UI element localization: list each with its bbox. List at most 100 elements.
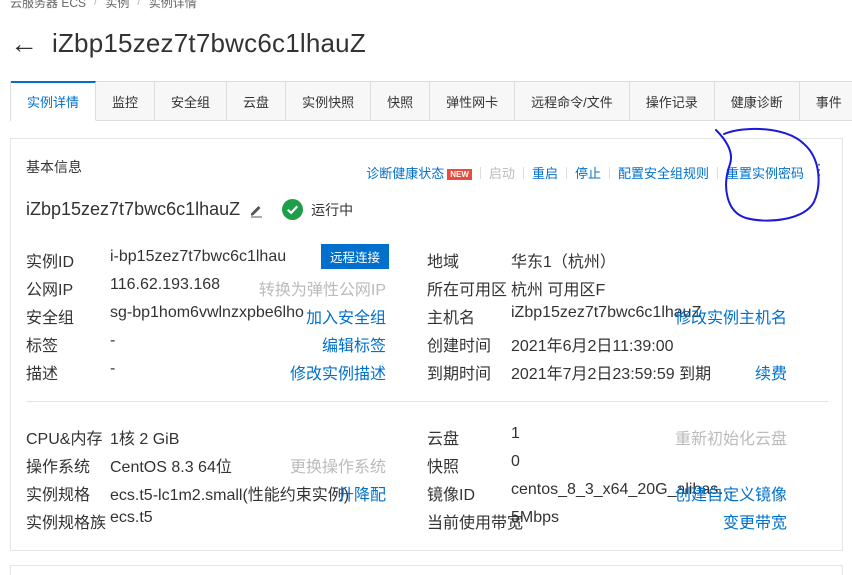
bandwidth-value: 5Mbps xyxy=(511,509,560,526)
spec-family-row: 实例规格族 ecs.t5 xyxy=(26,509,386,532)
change-bandwidth-link[interactable]: 变更带宽 xyxy=(723,509,787,533)
spec-family-value: ecs.t5 xyxy=(110,509,153,526)
new-badge: NEW xyxy=(447,169,472,181)
public-ip-row: 公网IP 116.62.193.168 转换为弹性公网IP xyxy=(26,276,386,299)
zone-value: 杭州 可用区F xyxy=(511,282,606,299)
section-divider xyxy=(26,401,828,402)
tab-bar: 实例详情 监控 安全组 云盘 实例快照 快照 弹性网卡 远程命令/文件 操作记录… xyxy=(10,81,852,121)
change-os-link[interactable]: 更换操作系统 xyxy=(290,453,386,477)
action-divider xyxy=(479,166,481,179)
tab-instance-details[interactable]: 实例详情 xyxy=(11,81,97,121)
os-row: 操作系统 CentOS 8.3 64位 更换操作系统 xyxy=(26,453,386,476)
os-label: 操作系统 xyxy=(26,459,91,476)
snapshot-value: 0 xyxy=(511,453,520,470)
action-divider xyxy=(522,166,524,179)
created-time-value: 2021年6月2日11:39:00 xyxy=(511,338,674,355)
tab-operation-logs[interactable]: 操作记录 xyxy=(629,81,715,121)
diagnose-health-label: 诊断健康状态 xyxy=(366,166,445,181)
remote-connect-button[interactable]: 远程连接 xyxy=(321,244,390,269)
action-divider xyxy=(565,166,567,179)
tab-monitoring[interactable]: 监控 xyxy=(96,81,156,121)
instance-spec-value: ecs.t5-lc1m2.small(性能约束实例) xyxy=(110,487,350,504)
region-value: 华东1（杭州） xyxy=(511,254,616,271)
convert-eip-link[interactable]: 转换为弹性公网IP xyxy=(259,276,386,300)
security-group-label: 安全组 xyxy=(26,310,75,327)
tab-snapshots[interactable]: 快照 xyxy=(371,81,431,121)
stop-button[interactable]: 停止 xyxy=(575,163,601,182)
expire-time-label: 到期时间 xyxy=(427,366,492,383)
zone-row: 所在可用区 杭州 可用区F xyxy=(427,276,787,299)
cpu-memory-value: 1核 2 GiB xyxy=(110,431,180,448)
diagnose-health-link[interactable]: 诊断健康状态 NEW xyxy=(366,163,472,182)
tab-health-diagnosis[interactable]: 健康诊断 xyxy=(714,81,800,121)
start-button[interactable]: 启动 xyxy=(489,163,515,182)
reset-password-button[interactable]: 重置实例密码 xyxy=(726,163,804,182)
created-time-row: 创建时间 2021年6月2日11:39:00 xyxy=(427,332,787,355)
status-text: 运行中 xyxy=(311,201,354,218)
breadcrumb-instances[interactable]: 实例 xyxy=(105,0,129,11)
tab-instance-snapshots[interactable]: 实例快照 xyxy=(286,81,372,121)
snapshot-row: 快照 0 xyxy=(427,453,787,476)
action-divider xyxy=(716,166,718,179)
hostname-value: iZbp15zez7t7bwc6c1lhauZ xyxy=(511,304,702,321)
spec-family-label: 实例规格族 xyxy=(26,515,107,532)
expire-time-value: 2021年7月2日23:59:59 到期 xyxy=(511,366,712,383)
created-time-label: 创建时间 xyxy=(427,338,492,355)
create-custom-image-link[interactable]: 创建自定义镜像 xyxy=(675,481,787,505)
instance-name: iZbp15zez7t7bwc6c1lhauZ xyxy=(26,199,241,219)
security-group-value: sg-bp1hom6vwlnzxpbe6lho xyxy=(110,304,304,321)
tab-security-groups[interactable]: 安全组 xyxy=(155,81,228,121)
snapshot-label: 快照 xyxy=(427,459,460,476)
upgrade-downgrade-link[interactable]: 升降配 xyxy=(338,481,386,505)
description-value: - xyxy=(110,360,116,377)
join-security-group-link[interactable]: 加入安全组 xyxy=(306,304,386,328)
zone-label: 所在可用区 xyxy=(427,282,508,299)
tab-eni[interactable]: 弹性网卡 xyxy=(430,81,516,121)
next-panel-edge xyxy=(10,565,843,575)
breadcrumb-separator: / xyxy=(137,0,141,8)
edit-description-link[interactable]: 修改实例描述 xyxy=(290,360,386,384)
disk-row: 云盘 1 重新初始化云盘 xyxy=(427,425,787,448)
os-value: CentOS 8.3 64位 xyxy=(110,459,232,476)
bandwidth-label: 当前使用带宽 xyxy=(427,515,524,532)
hostname-row: 主机名 iZbp15zez7t7bwc6c1lhauZ 修改实例主机名 xyxy=(427,304,787,327)
instance-id-label: 实例ID xyxy=(26,254,75,271)
reinit-disk-link[interactable]: 重新初始化云盘 xyxy=(675,425,787,449)
hostname-label: 主机名 xyxy=(427,310,476,327)
instance-id-value: i-bp15zez7t7bwc6c1lhau xyxy=(110,248,287,265)
more-vertical-icon[interactable]: ⋯ xyxy=(810,162,827,178)
edit-tags-link[interactable]: 编辑标签 xyxy=(322,332,386,356)
breadcrumb-instance-detail: 实例详情 xyxy=(148,0,197,10)
description-label: 描述 xyxy=(26,366,59,383)
disk-value: 1 xyxy=(511,425,520,442)
pencil-icon[interactable] xyxy=(248,202,264,218)
image-id-label: 镜像ID xyxy=(427,487,476,504)
arrow-left-icon[interactable]: ← xyxy=(10,29,38,58)
section-title: 基本信息 xyxy=(26,159,82,175)
region-row: 地域 华东1（杭州） xyxy=(427,248,787,271)
public-ip-value: 116.62.193.168 xyxy=(110,276,221,293)
tags-label: 标签 xyxy=(26,338,59,355)
bandwidth-row: 当前使用带宽 5Mbps 变更带宽 xyxy=(427,509,787,532)
breadcrumb: 云服务器 ECS / 实例 / 实例详情 xyxy=(10,0,197,11)
tab-remote-commands[interactable]: 远程命令/文件 xyxy=(515,81,630,121)
security-group-row: 安全组 sg-bp1hom6vwlnzxpbe6lho 加入安全组 xyxy=(26,304,386,327)
tab-events[interactable]: 事件 xyxy=(799,81,852,121)
instance-header: iZbp15zez7t7bwc6c1lhauZ 运行中 xyxy=(26,199,353,220)
action-bar: 诊断健康状态 NEW 启动 重启 停止 配置安全组规则 重置实例密码 xyxy=(366,163,804,182)
status-indicator: 运行中 xyxy=(282,199,353,220)
page-title: iZbp15zez7t7bwc6c1lhauZ xyxy=(52,28,366,58)
config-security-group-button[interactable]: 配置安全组规则 xyxy=(618,163,709,182)
instance-spec-row: 实例规格 ecs.t5-lc1m2.small(性能约束实例) 升降配 xyxy=(26,481,386,504)
edit-hostname-link[interactable]: 修改实例主机名 xyxy=(675,304,787,328)
tab-disks[interactable]: 云盘 xyxy=(227,81,287,121)
description-row: 描述 - 修改实例描述 xyxy=(26,360,386,383)
image-id-row: 镜像ID centos_8_3_x64_20G_alibas… 创建自定义镜像 xyxy=(427,481,787,504)
breadcrumb-ecs[interactable]: 云服务器 ECS xyxy=(10,0,86,11)
tags-row: 标签 - 编辑标签 xyxy=(26,332,386,355)
renew-link[interactable]: 续费 xyxy=(755,360,787,384)
restart-button[interactable]: 重启 xyxy=(532,163,558,182)
cpu-memory-row: CPU&内存 1核 2 GiB xyxy=(26,425,386,448)
breadcrumb-separator: / xyxy=(94,0,98,8)
cpu-memory-label: CPU&内存 xyxy=(26,431,103,448)
